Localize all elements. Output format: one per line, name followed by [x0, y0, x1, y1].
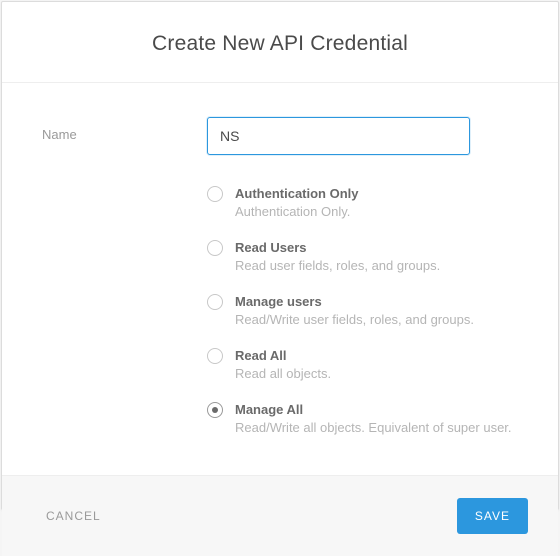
radio-description: Read/Write user fields, roles, and group…: [235, 311, 518, 329]
name-input[interactable]: [207, 117, 470, 155]
radio-text: Authentication Only Authentication Only.: [235, 185, 518, 221]
radio-dot-icon: [212, 407, 218, 413]
radio-manage-all[interactable]: Manage All Read/Write all objects. Equiv…: [207, 401, 518, 437]
name-control: [207, 117, 518, 155]
radio-description: Read user fields, roles, and groups.: [235, 257, 518, 275]
cancel-button[interactable]: CANCEL: [42, 501, 105, 531]
radio-manage-users[interactable]: Manage users Read/Write user fields, rol…: [207, 293, 518, 329]
radio-label: Authentication Only: [235, 185, 518, 203]
radio-label: Manage users: [235, 293, 518, 311]
dialog-body: Name Authentication Only Authentication …: [2, 83, 558, 475]
radio-text: Read Users Read user fields, roles, and …: [235, 239, 518, 275]
radio-label: Read Users: [235, 239, 518, 257]
radio-text: Read All Read all objects.: [235, 347, 518, 383]
radio-icon: [207, 240, 223, 256]
radio-read-users[interactable]: Read Users Read user fields, roles, and …: [207, 239, 518, 275]
radio-read-all[interactable]: Read All Read all objects.: [207, 347, 518, 383]
dialog-header: Create New API Credential: [2, 2, 558, 83]
save-button[interactable]: SAVE: [457, 498, 528, 534]
radio-icon: [207, 186, 223, 202]
dialog-footer: CANCEL SAVE: [2, 475, 558, 556]
radio-text: Manage users Read/Write user fields, rol…: [235, 293, 518, 329]
name-label: Name: [42, 117, 207, 142]
radio-label: Read All: [235, 347, 518, 365]
radio-icon: [207, 348, 223, 364]
radio-authentication-only[interactable]: Authentication Only Authentication Only.: [207, 185, 518, 221]
dialog-title: Create New API Credential: [2, 32, 558, 56]
radio-icon: [207, 294, 223, 310]
radio-description: Read all objects.: [235, 365, 518, 383]
radio-description: Read/Write all objects. Equivalent of su…: [235, 419, 518, 437]
radio-icon: [207, 402, 223, 418]
radio-label: Manage All: [235, 401, 518, 419]
name-row: Name: [42, 117, 518, 155]
radio-description: Authentication Only.: [235, 203, 518, 221]
radio-text: Manage All Read/Write all objects. Equiv…: [235, 401, 518, 437]
create-api-credential-dialog: Create New API Credential Name Authentic…: [1, 1, 559, 510]
permission-radio-group: Authentication Only Authentication Only.…: [207, 185, 518, 437]
